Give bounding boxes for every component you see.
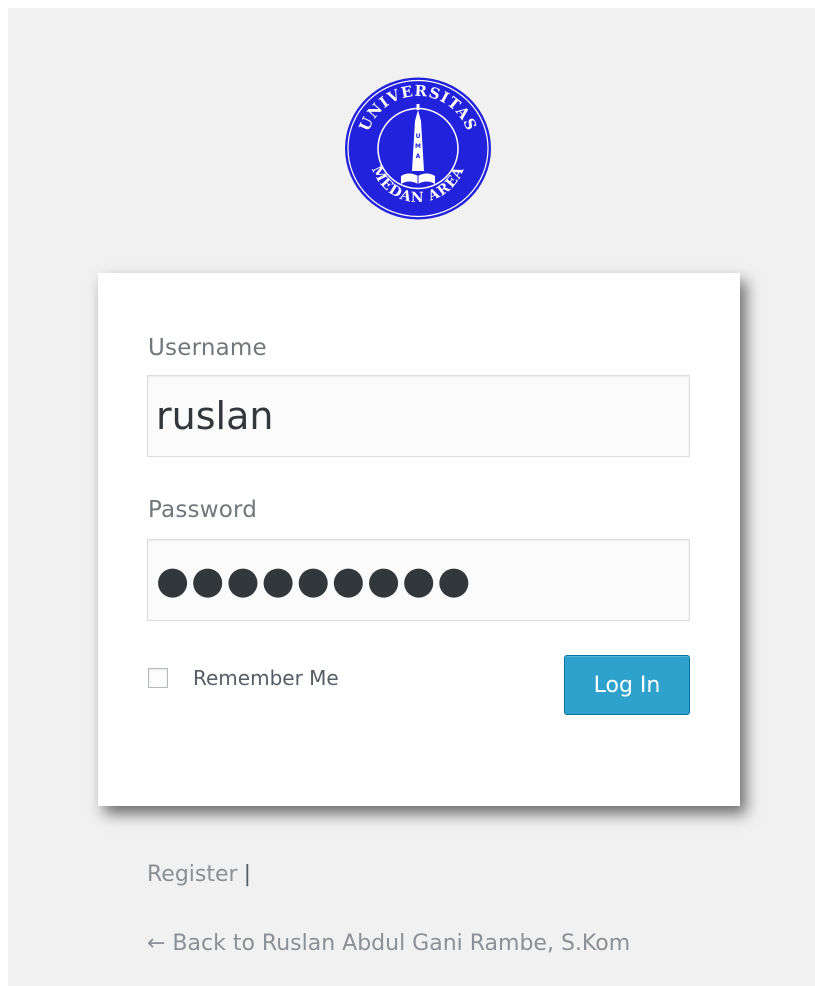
svg-text:A: A bbox=[416, 153, 421, 160]
login-form-card: Username Password Remember Me Log In bbox=[98, 273, 740, 806]
remember-me-checkbox[interactable] bbox=[148, 668, 168, 688]
remember-me-row[interactable]: Remember Me bbox=[148, 666, 339, 690]
nav-separator: | bbox=[243, 862, 251, 887]
university-logo: UNIVERSITAS MEDAN AREA U M A bbox=[343, 76, 493, 221]
svg-text:U: U bbox=[416, 133, 421, 140]
back-to-site-link-row: ← Back to Ruslan Abdul Gani Rambe, S.Kom bbox=[147, 931, 630, 956]
password-label: Password bbox=[148, 497, 258, 523]
login-button[interactable]: Log In bbox=[564, 655, 690, 715]
register-link[interactable]: Register bbox=[147, 862, 238, 887]
svg-text:M: M bbox=[415, 143, 421, 150]
username-label: Username bbox=[148, 335, 267, 361]
nav-links: Register | bbox=[147, 862, 251, 887]
university-seal-icon: UNIVERSITAS MEDAN AREA U M A bbox=[345, 77, 491, 220]
password-input[interactable] bbox=[147, 539, 690, 621]
back-to-site-link[interactable]: ← Back to Ruslan Abdul Gani Rambe, S.Kom bbox=[147, 931, 630, 956]
remember-me-label[interactable]: Remember Me bbox=[193, 666, 339, 690]
username-input[interactable] bbox=[147, 375, 690, 457]
